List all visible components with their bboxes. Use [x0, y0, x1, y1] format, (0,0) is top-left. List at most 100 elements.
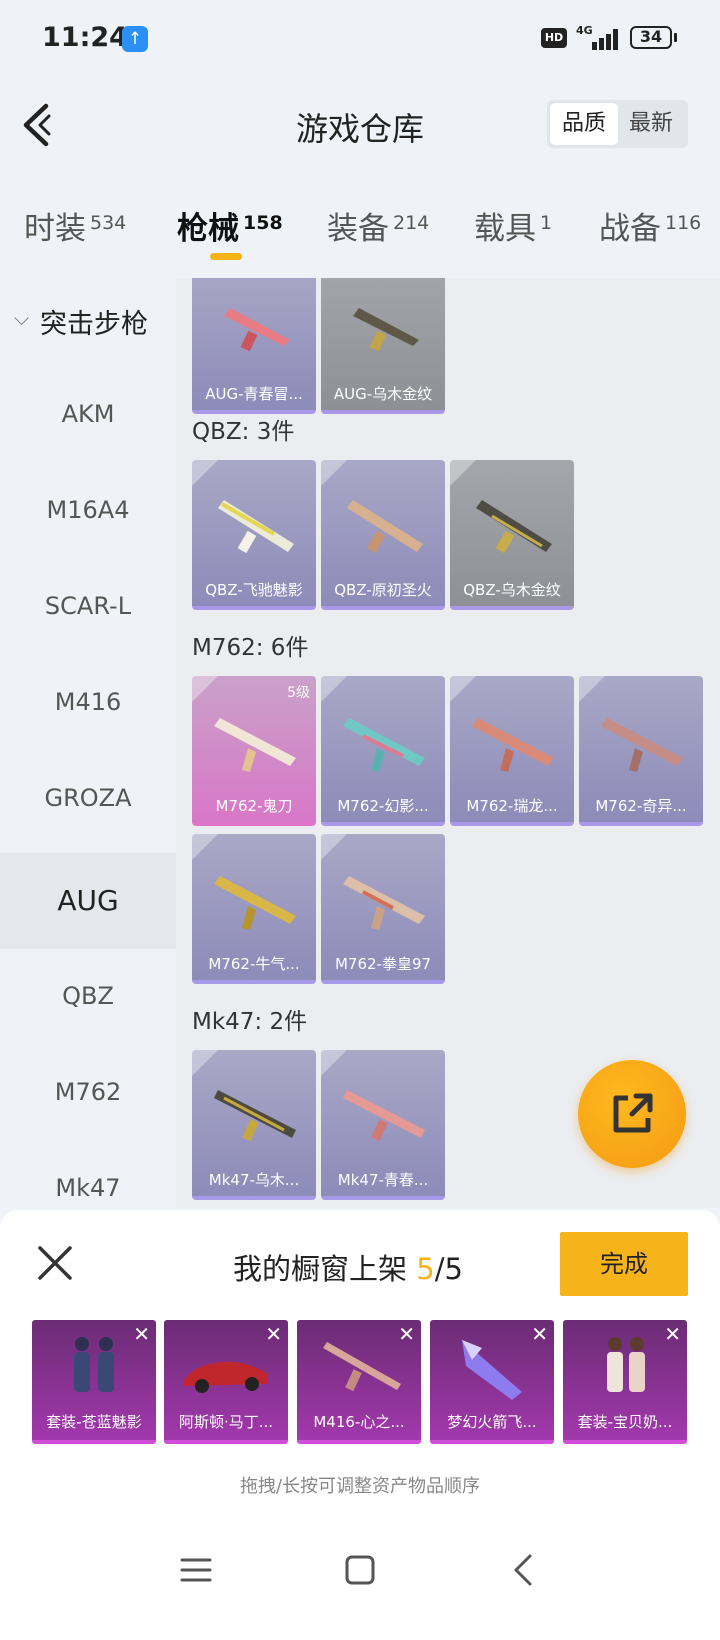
- skin-card[interactable]: M762-牛气...: [192, 834, 316, 984]
- m416-skin-icon: [323, 1342, 401, 1392]
- shelf-item[interactable]: ✕ 阿斯顿·马丁...: [164, 1320, 288, 1444]
- active-tab-indicator: [210, 253, 242, 260]
- skin-name: M762-瑞龙...: [466, 797, 558, 815]
- skin-card[interactable]: AUG-乌木金纹: [321, 278, 445, 414]
- showcase-count-separator: /: [434, 1252, 445, 1286]
- skin-card[interactable]: Mk47-乌木...: [192, 1050, 316, 1200]
- sidebar-item-qbz[interactable]: QBZ: [0, 948, 176, 1044]
- sidebar-item-m416[interactable]: M416: [0, 654, 176, 750]
- shelf-item[interactable]: ✕ 套装-宝贝奶...: [563, 1320, 687, 1444]
- skin-card[interactable]: QBZ-飞驰魅影: [192, 460, 316, 610]
- share-external-icon: [613, 1093, 653, 1133]
- nav-home-button[interactable]: [338, 1548, 382, 1592]
- tab-count: 116: [665, 212, 702, 234]
- sidebar-group-assault-rifles[interactable]: ⌵ 突击步枪: [0, 292, 176, 352]
- category-tabs: 时装 534 枪械 158 装备 214 载具 1 战备 116: [0, 195, 720, 265]
- sort-toggle: 品质 最新: [547, 100, 688, 148]
- skin-name: QBZ-原初圣火: [334, 581, 432, 599]
- battery-level: 34: [639, 27, 663, 46]
- skin-name: M762-鬼刀: [215, 797, 293, 815]
- skin-name: QBZ-乌木金纹: [463, 581, 561, 599]
- shelf-item[interactable]: ✕ 梦幻火箭飞...: [430, 1320, 554, 1444]
- tab-equipment[interactable]: 装备 214: [327, 203, 429, 253]
- sidebar-item-groza[interactable]: GROZA: [0, 750, 176, 846]
- showcase-panel: 我的橱窗上架 5/5 完成 ✕ 套装-苍蓝魅影 ✕ 阿斯顿·马丁... ✕ M4…: [0, 1210, 720, 1500]
- skin-card[interactable]: AUG-青春冒...: [192, 278, 316, 414]
- skin-name: AUG-乌木金纹: [333, 385, 433, 403]
- sidebar-group-label: 突击步枪: [40, 309, 148, 340]
- skin-name: Mk47-青春...: [337, 1171, 429, 1189]
- tab-label: 装备: [327, 211, 389, 247]
- sort-by-latest[interactable]: 最新: [617, 103, 685, 145]
- sidebar-item-m16a4[interactable]: M16A4: [0, 462, 176, 558]
- sidebar-item-akm[interactable]: AKM: [0, 366, 176, 462]
- m762-skin-icon: [601, 718, 683, 772]
- skin-name: M762-幻影...: [337, 797, 429, 815]
- hd-voice-icon: HD: [541, 28, 567, 48]
- shelf-item-name: M416-心之...: [313, 1413, 405, 1431]
- tab-label: 枪械: [177, 211, 239, 247]
- tab-fashion[interactable]: 时装 534: [24, 203, 126, 253]
- skin-name: M762-奇异...: [595, 797, 687, 815]
- tab-guns[interactable]: 枪械 158: [177, 203, 283, 260]
- outfit-icon: [74, 1337, 114, 1392]
- skin-card[interactable]: M762-瑞龙...: [450, 676, 574, 826]
- nav-back-button[interactable]: [502, 1548, 546, 1592]
- showcase-title: 我的橱窗上架 5/5: [233, 1246, 463, 1288]
- back-button[interactable]: [18, 100, 58, 150]
- tab-label: 战备: [599, 211, 661, 247]
- skin-card[interactable]: M762-幻影...: [321, 676, 445, 826]
- done-button[interactable]: 完成: [560, 1232, 688, 1296]
- skin-card[interactable]: QBZ-乌木金纹: [450, 460, 574, 610]
- m762-skin-icon: [472, 718, 554, 772]
- skin-name: M762-拳皇97: [334, 955, 432, 973]
- reorder-hint: 拖拽/长按可调整资产物品顺序: [239, 1476, 481, 1497]
- shelf-item-name: 套装-宝贝奶...: [577, 1413, 673, 1431]
- tab-count: 534: [90, 212, 127, 234]
- sort-by-quality[interactable]: 品质: [550, 103, 618, 145]
- sidebar-item-aug[interactable]: AUG: [0, 853, 176, 949]
- sidebar-item-m762[interactable]: M762: [0, 1044, 176, 1140]
- home-square-icon: [345, 1555, 375, 1585]
- tab-vehicles[interactable]: 载具 1: [474, 203, 552, 253]
- skin-card[interactable]: QBZ-原初圣火: [321, 460, 445, 610]
- mk47-skin-icon: [214, 1090, 296, 1142]
- nav-menu-button[interactable]: [174, 1548, 218, 1592]
- skin-name: M762-牛气...: [208, 955, 300, 973]
- tab-label: 载具: [474, 211, 536, 247]
- shelf-item-name: 阿斯顿·马丁...: [178, 1413, 274, 1431]
- skin-name: Mk47-乌木...: [208, 1171, 300, 1189]
- battery-icon: 34: [630, 26, 677, 49]
- signal-icon: [588, 26, 622, 50]
- close-button[interactable]: [36, 1244, 74, 1282]
- mk47-skin-icon: [343, 1090, 425, 1142]
- tab-count: 214: [393, 212, 430, 234]
- skin-name: AUG-青春冒...: [205, 385, 303, 403]
- top-header: 游戏仓库 品质 最新: [0, 80, 720, 172]
- status-time: 11:24: [42, 22, 128, 53]
- menu-icon: [180, 1558, 212, 1582]
- shelf-item-name: 梦幻火箭飞...: [447, 1413, 537, 1431]
- car-icon: [184, 1361, 268, 1393]
- qbz-skin-icon: [476, 500, 552, 554]
- nav-back-icon: [514, 1554, 532, 1586]
- skin-card[interactable]: 5级 M762-鬼刀: [192, 676, 316, 826]
- share-button[interactable]: [578, 1060, 686, 1168]
- showcase-current-count: 5: [416, 1252, 435, 1286]
- chevron-left-icon: [23, 103, 51, 147]
- tab-label: 时装: [24, 211, 86, 247]
- status-bar: 11:24 ↑ HD 4G 34: [0, 0, 720, 80]
- sidebar-item-scar-l[interactable]: SCAR-L: [0, 558, 176, 654]
- glider-icon: [462, 1340, 522, 1400]
- shelf-item[interactable]: ✕ 套装-苍蓝魅影: [32, 1320, 156, 1444]
- upload-notification-icon: ↑: [122, 26, 148, 52]
- chevron-down-icon: ⌵: [14, 306, 30, 330]
- tab-count: 1: [540, 212, 553, 234]
- weapon-type-sidebar: ⌵ 突击步枪 AKM M16A4 SCAR-L M416 GROZA AUG Q…: [0, 278, 176, 1208]
- m762-skin-icon: [214, 876, 296, 930]
- skin-card[interactable]: M762-奇异...: [579, 676, 703, 826]
- tab-supplies[interactable]: 战备 116: [599, 203, 701, 253]
- skin-card[interactable]: M762-拳皇97: [321, 834, 445, 984]
- skin-card[interactable]: Mk47-青春...: [321, 1050, 445, 1200]
- shelf-item[interactable]: ✕ M416-心之...: [297, 1320, 421, 1444]
